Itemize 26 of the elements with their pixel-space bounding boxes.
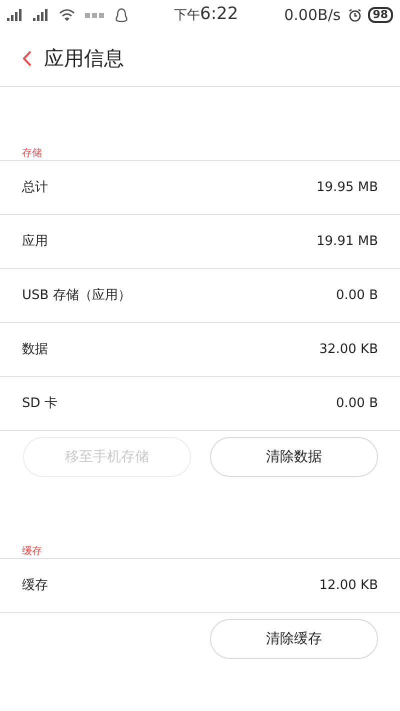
alarm-icon (348, 8, 362, 22)
signal-icon (7, 9, 23, 21)
row-value: 0.00 B (336, 394, 378, 413)
row-label: 数据 (22, 340, 48, 359)
row-label: 缓存 (22, 576, 48, 595)
notification-icon (85, 12, 105, 18)
signal-icon (33, 9, 49, 21)
battery-indicator: 98 (368, 7, 393, 23)
action-button[interactable]: 清除缓存 (210, 619, 378, 659)
row-value: 12.00 KB (319, 576, 378, 595)
row-label: 总计 (22, 178, 48, 197)
row-value: 19.95 MB (316, 178, 378, 197)
row-value: 0.00 B (336, 286, 378, 305)
row-value: 19.91 MB (316, 232, 378, 251)
status-time: 下午6:22 (174, 3, 238, 26)
row-label: USB 存储（应用） (22, 286, 131, 305)
back-icon[interactable] (22, 50, 32, 66)
network-speed: 0.00B/s (284, 4, 341, 26)
wifi-icon (59, 8, 75, 22)
action-button[interactable]: 清除数据 (210, 437, 378, 477)
section-label: 存储 (22, 148, 42, 159)
row-label: 应用 (22, 232, 48, 251)
row-label: SD 卡 (22, 394, 58, 413)
page-title: 应用信息 (44, 45, 124, 72)
section-label: 缓存 (22, 546, 42, 557)
row-value: 32.00 KB (319, 340, 378, 359)
